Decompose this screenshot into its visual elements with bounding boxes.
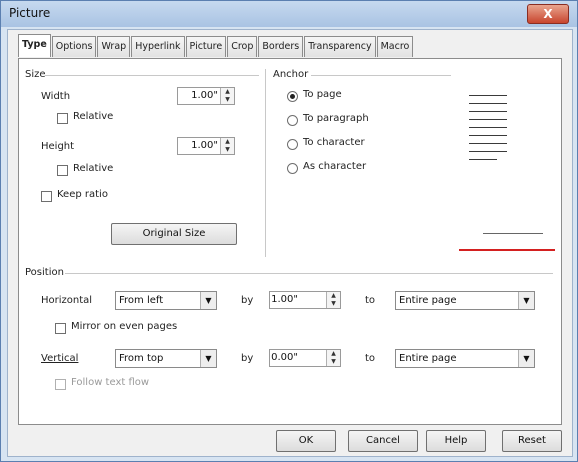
v-to-label: to (365, 353, 376, 364)
tab-macro[interactable]: Macro (376, 36, 414, 57)
preview-text-line (469, 103, 507, 104)
size-group-divider (45, 75, 259, 76)
close-button[interactable]: X (527, 4, 569, 24)
chevron-down-icon[interactable]: ▼ (518, 292, 534, 309)
dialog-body: Type Options Wrap Hyperlink Picture Crop… (7, 29, 573, 457)
vertical-label: Vertical (41, 353, 79, 364)
v-by-label: by (241, 353, 254, 364)
size-group-label: Size (25, 69, 46, 80)
spin-arrows-icon[interactable]: ▲ ▼ (220, 138, 234, 154)
anchor-to-paragraph-label: To paragraph (303, 113, 369, 124)
h-to-label: to (365, 295, 376, 306)
width-label: Width (41, 91, 71, 102)
spin-arrows-icon[interactable]: ▲ ▼ (220, 88, 234, 104)
preview-text-line (469, 119, 507, 120)
mirror-label: Mirror on even pages (71, 321, 178, 332)
anchor-to-page-label: To page (303, 89, 342, 100)
spin-arrows-icon[interactable]: ▲ ▼ (326, 292, 340, 308)
spin-arrows-icon[interactable]: ▲ ▼ (326, 350, 340, 366)
tab-borders[interactable]: Borders (258, 36, 304, 57)
preview-text-line (469, 143, 507, 144)
preview-anchor-line (459, 249, 555, 251)
type-tab-panel: Size Width 1.00" ▲ ▼ Relative Height 1.00… (18, 58, 562, 425)
keep-ratio-label: Keep ratio (57, 189, 108, 200)
h-by-value: 1.00" (271, 294, 298, 305)
reset-button[interactable]: Reset (502, 430, 562, 452)
chevron-down-icon[interactable]: ▼ (518, 350, 534, 367)
layout-preview (459, 89, 555, 259)
dialog-window: Picture X Type Options Wrap Hyperlink Pi… (0, 0, 578, 462)
relative-width-label: Relative (73, 111, 114, 122)
tab-crop[interactable]: Crop (227, 36, 258, 57)
horizontal-value: From left (119, 295, 164, 306)
mirror-checkbox[interactable] (55, 323, 66, 334)
h-to-combo[interactable]: Entire page ▼ (395, 291, 535, 310)
anchor-to-page-radio[interactable] (287, 91, 298, 102)
chevron-down-icon[interactable]: ▼ (200, 350, 216, 367)
close-icon: X (543, 7, 553, 21)
vertical-combo[interactable]: From top ▼ (115, 349, 217, 368)
anchor-to-character-radio[interactable] (287, 139, 298, 150)
v-to-value: Entire page (399, 353, 457, 364)
cancel-button[interactable]: Cancel (348, 430, 418, 452)
v-by-value: 0.00" (271, 352, 298, 363)
anchor-as-character-radio[interactable] (287, 163, 298, 174)
tab-options[interactable]: Options (51, 36, 97, 57)
preview-text-line (469, 127, 507, 128)
original-size-button[interactable]: Original Size (111, 223, 237, 245)
help-button[interactable]: Help (426, 430, 486, 452)
position-group-label: Position (25, 267, 64, 278)
horizontal-label: Horizontal (41, 295, 93, 306)
position-group-divider (65, 273, 553, 274)
relative-width-checkbox[interactable] (57, 113, 68, 124)
relative-height-checkbox[interactable] (57, 165, 68, 176)
anchor-as-character-label: As character (303, 161, 367, 172)
tab-hyperlink[interactable]: Hyperlink (131, 36, 185, 57)
preview-text-line (469, 135, 507, 136)
width-value: 1.00" (191, 90, 218, 101)
ok-button[interactable]: OK (276, 430, 336, 452)
tab-transparency[interactable]: Transparency (304, 36, 376, 57)
anchor-group-label: Anchor (273, 69, 309, 80)
window-title: Picture (9, 6, 51, 20)
horizontal-combo[interactable]: From left ▼ (115, 291, 217, 310)
height-value: 1.00" (191, 140, 218, 151)
vertical-separator (265, 69, 266, 257)
v-to-combo[interactable]: Entire page ▼ (395, 349, 535, 368)
tab-type[interactable]: Type (18, 34, 51, 57)
tab-picture[interactable]: Picture (185, 36, 227, 57)
vertical-value: From top (119, 353, 164, 364)
anchor-group-divider (311, 75, 451, 76)
tab-wrap[interactable]: Wrap (97, 36, 131, 57)
follow-text-flow-checkbox[interactable] (55, 379, 66, 390)
preview-text-line (469, 95, 507, 96)
follow-text-flow-label: Follow text flow (71, 377, 150, 388)
height-label: Height (41, 141, 75, 152)
anchor-to-character-label: To character (303, 137, 365, 148)
v-by-spinner[interactable]: 0.00" ▲ ▼ (269, 349, 341, 367)
anchor-to-paragraph-radio[interactable] (287, 115, 298, 126)
preview-text-line (469, 159, 497, 160)
preview-text-line (469, 111, 507, 112)
height-spinner[interactable]: 1.00" ▲ ▼ (177, 137, 235, 155)
relative-height-label: Relative (73, 163, 114, 174)
h-by-label: by (241, 295, 254, 306)
preview-page-line (483, 233, 543, 234)
chevron-down-icon[interactable]: ▼ (200, 292, 216, 309)
h-to-value: Entire page (399, 295, 457, 306)
keep-ratio-checkbox[interactable] (41, 191, 52, 202)
h-by-spinner[interactable]: 1.00" ▲ ▼ (269, 291, 341, 309)
preview-text-line (469, 151, 507, 152)
title-bar[interactable]: Picture X (1, 1, 577, 27)
width-spinner[interactable]: 1.00" ▲ ▼ (177, 87, 235, 105)
tab-strip: Type Options Wrap Hyperlink Picture Crop… (18, 34, 414, 58)
